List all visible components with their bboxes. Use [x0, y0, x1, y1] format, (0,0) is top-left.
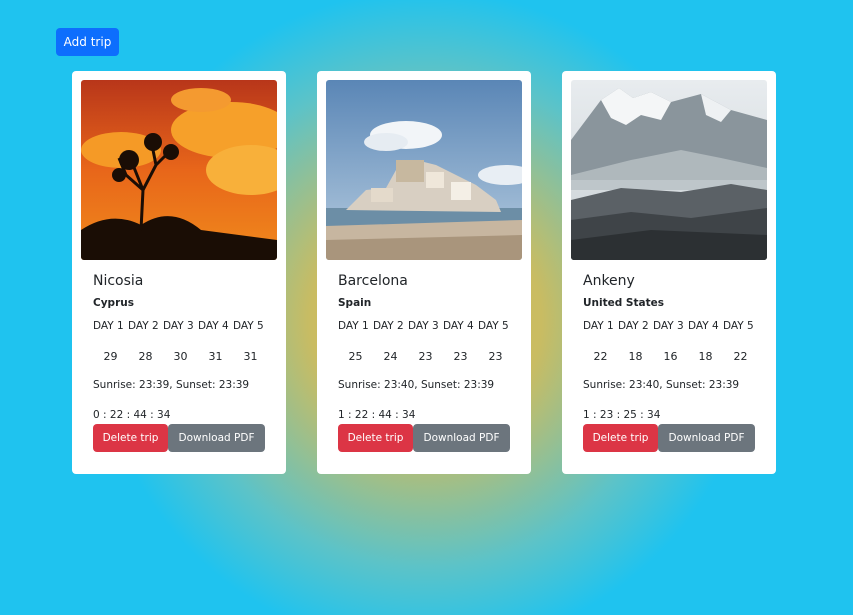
forecast-day-label: DAY 3: [163, 320, 194, 332]
forecast-day-label: DAY 3: [408, 320, 439, 332]
forecast-temp: 23: [488, 350, 503, 363]
trip-photo: [81, 80, 277, 260]
forecast-temp: 16: [663, 350, 678, 363]
forecast-day-label: DAY 5: [478, 320, 509, 332]
download-pdf-button[interactable]: Download PDF: [413, 424, 510, 452]
trip-card-ankeny: Ankeny United States DAY 1 DAY 2 DAY 3 D…: [562, 71, 776, 474]
forecast-day-label: DAY 4: [443, 320, 474, 332]
forecast-days: DAY 1 DAY 2 DAY 3 DAY 4 DAY 5: [583, 320, 758, 332]
forecast-temps: 25 24 23 23 23: [338, 350, 513, 363]
forecast-temp: 25: [348, 350, 363, 363]
download-pdf-button[interactable]: Download PDF: [658, 424, 755, 452]
forecast-temp: 29: [103, 350, 118, 363]
forecast-temp: 18: [698, 350, 713, 363]
forecast-day-label: DAY 4: [688, 320, 719, 332]
trip-card-nicosia: Nicosia Cyprus DAY 1 DAY 2 DAY 3 DAY 4 D…: [72, 71, 286, 474]
countdown-timer: 0 : 22 : 44 : 34: [93, 409, 171, 421]
forecast-day-label: DAY 5: [723, 320, 754, 332]
forecast-day-label: DAY 1: [583, 320, 614, 332]
trip-city: Ankeny: [583, 273, 635, 289]
forecast-temp: 22: [733, 350, 748, 363]
sunrise-sunset: Sunrise: 23:39, Sunset: 23:39: [93, 379, 250, 391]
forecast-day-label: DAY 2: [618, 320, 649, 332]
coastal-town-image: [326, 80, 522, 260]
forecast-day-label: DAY 3: [653, 320, 684, 332]
sunrise-sunset: Sunrise: 23:40, Sunset: 23:39: [583, 379, 740, 391]
countdown-timer: 1 : 23 : 25 : 34: [583, 409, 661, 421]
forecast-temp: 31: [208, 350, 223, 363]
forecast-day-label: DAY 2: [128, 320, 159, 332]
trip-city: Nicosia: [93, 273, 144, 289]
forecast-temp: 18: [628, 350, 643, 363]
forecast-temp: 28: [138, 350, 153, 363]
trip-photo: [326, 80, 522, 260]
mountains-image: [571, 80, 767, 260]
forecast-day-label: DAY 1: [93, 320, 124, 332]
sunrise-sunset: Sunrise: 23:40, Sunset: 23:39: [338, 379, 495, 391]
delete-trip-button[interactable]: Delete trip: [93, 424, 168, 452]
trip-country: Cyprus: [93, 297, 134, 309]
forecast-temps: 22 18 16 18 22: [583, 350, 758, 363]
forecast-temp: 30: [173, 350, 188, 363]
forecast-temps: 29 28 30 31 31: [93, 350, 268, 363]
add-trip-button[interactable]: Add trip: [56, 28, 119, 56]
sunset-silhouette-image: [81, 80, 277, 260]
forecast-days: DAY 1 DAY 2 DAY 3 DAY 4 DAY 5: [338, 320, 513, 332]
forecast-temp: 23: [453, 350, 468, 363]
trip-card-barcelona: Barcelona Spain DAY 1 DAY 2 DAY 3 DAY 4 …: [317, 71, 531, 474]
trip-photo: [571, 80, 767, 260]
trip-country: United States: [583, 297, 664, 309]
download-pdf-button[interactable]: Download PDF: [168, 424, 265, 452]
delete-trip-button[interactable]: Delete trip: [338, 424, 413, 452]
forecast-day-label: DAY 2: [373, 320, 404, 332]
forecast-day-label: DAY 1: [338, 320, 369, 332]
countdown-timer: 1 : 22 : 44 : 34: [338, 409, 416, 421]
forecast-temp: 22: [593, 350, 608, 363]
forecast-temp: 24: [383, 350, 398, 363]
trip-country: Spain: [338, 297, 372, 309]
forecast-temp: 23: [418, 350, 433, 363]
trip-city: Barcelona: [338, 273, 408, 289]
delete-trip-button[interactable]: Delete trip: [583, 424, 658, 452]
forecast-day-label: DAY 4: [198, 320, 229, 332]
forecast-days: DAY 1 DAY 2 DAY 3 DAY 4 DAY 5: [93, 320, 268, 332]
forecast-day-label: DAY 5: [233, 320, 264, 332]
forecast-temp: 31: [243, 350, 258, 363]
